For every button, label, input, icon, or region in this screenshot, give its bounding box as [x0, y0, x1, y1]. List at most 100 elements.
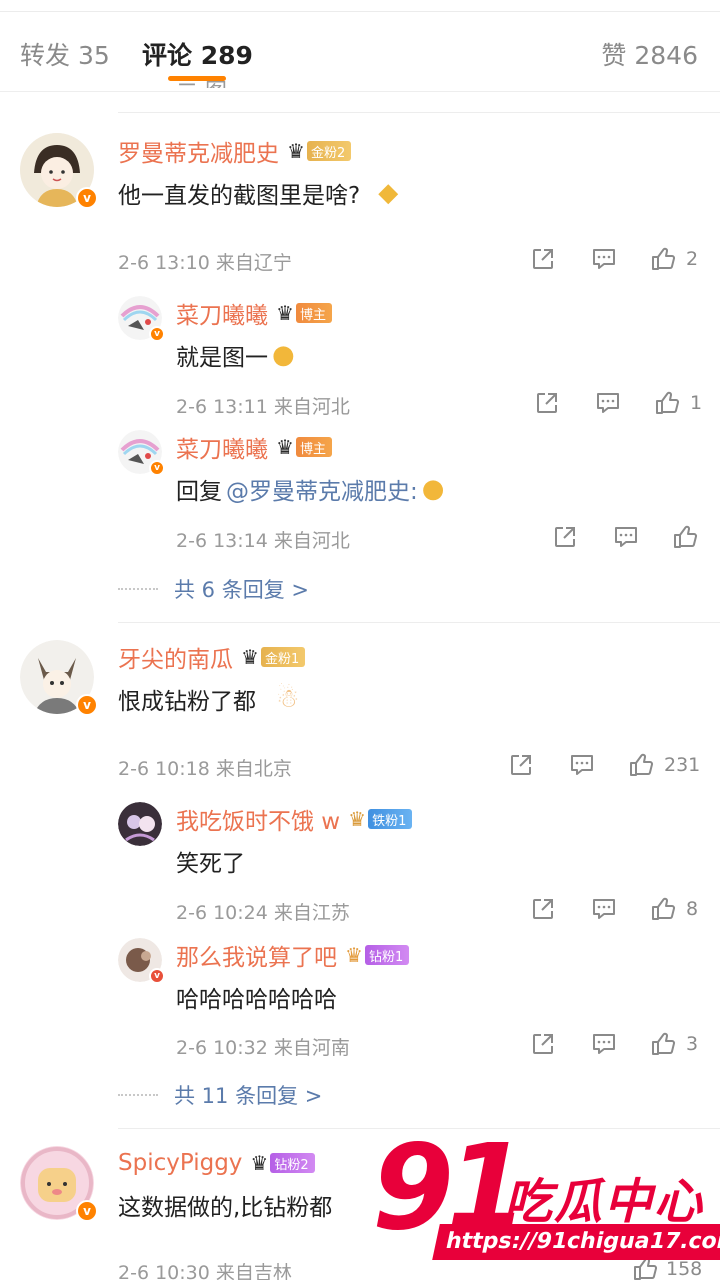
tab-bar: 转发 35 评论 289 赞 2846: [0, 12, 720, 92]
like-button[interactable]: 2: [650, 246, 698, 272]
comment-icon[interactable]: [590, 246, 618, 272]
more-replies-link[interactable]: 共 11 条回复 >: [118, 1080, 322, 1110]
verified-v-icon: v: [76, 1200, 98, 1222]
tab-bar-divider: [0, 91, 720, 92]
thumb-up-icon: [630, 753, 654, 776]
reply-header: 那么我说算了吧 ♛ 钻粉1: [176, 938, 410, 972]
fan-level-badge[interactable]: 钻粉2: [270, 1153, 315, 1173]
username[interactable]: 罗曼蒂克减肥史: [118, 134, 279, 168]
share-icon[interactable]: [508, 752, 534, 778]
reply-meta: 2-6 10:32 来自河南: [176, 1037, 350, 1059]
comment-header: 罗曼蒂克减肥史 ♛ 金粉2: [118, 134, 352, 168]
more-replies-label: 共 11 条回复 >: [174, 1084, 323, 1108]
fan-level-badge[interactable]: 钻粉1: [364, 945, 410, 965]
reply-text: 回复 @罗曼蒂克减肥史: ●: [176, 472, 444, 506]
comment-text: 恨成钻粉了都 ☃: [118, 682, 299, 716]
watermark-title: 吃瓜中心: [504, 1174, 705, 1230]
comment-actions: 231: [508, 750, 700, 780]
avatar[interactable]: v: [20, 133, 98, 209]
top-strip: [0, 0, 720, 12]
username[interactable]: SpicyPiggy: [118, 1150, 242, 1176]
reply-meta: 2-6 13:14 来自河北: [176, 530, 350, 552]
reply-actions: [552, 522, 708, 552]
tab-like[interactable]: 赞 2846: [601, 36, 698, 72]
tab-repost[interactable]: 转发 35: [20, 36, 110, 72]
avatar[interactable]: v: [20, 1146, 98, 1222]
thumb-up-icon: [674, 525, 698, 548]
fan-level-badge[interactable]: 金粉2: [306, 141, 352, 161]
username[interactable]: 菜刀曦曦: [176, 296, 268, 330]
share-icon[interactable]: [530, 1031, 556, 1057]
cut-off-text: 二 图 一: [176, 74, 256, 88]
share-icon[interactable]: [552, 524, 578, 550]
weibo-comments-page: 转发 35 评论 289 赞 2846 二 图 一 v 罗曼蒂克减肥史 ♛ 金粉…: [0, 0, 720, 1280]
comment-header: SpicyPiggy ♛ 钻粉2: [118, 1146, 315, 1180]
comment-icon[interactable]: [568, 752, 596, 778]
like-count: 2: [686, 248, 699, 270]
like-count: 1: [690, 392, 703, 414]
comment-text: 他一直发的截图里是啥? ◆: [118, 176, 398, 210]
username[interactable]: 那么我说算了吧: [176, 938, 337, 972]
username[interactable]: 我吃饭时不饿 w: [176, 802, 340, 836]
dotted-leader: [118, 1094, 158, 1096]
like-button[interactable]: [672, 524, 708, 550]
avatar[interactable]: v: [20, 640, 98, 716]
like-button[interactable]: 1: [654, 390, 702, 416]
share-icon[interactable]: [534, 390, 560, 416]
comment-icon[interactable]: [612, 524, 640, 550]
crown-icon: ♛: [250, 1151, 269, 1175]
like-count: 8: [686, 898, 699, 920]
reply-meta: 2-6 13:11 来自河北: [176, 396, 350, 418]
mention-link[interactable]: @罗曼蒂克减肥史:: [226, 472, 418, 506]
comment-text-content: 他一直发的截图里是啥?: [118, 183, 361, 209]
host-badge[interactable]: 博主: [295, 303, 332, 323]
comment-icon[interactable]: [590, 896, 618, 922]
verified-v-icon: v: [76, 187, 98, 209]
reply-text: 笑死了: [176, 844, 245, 878]
comment-meta: 2-6 13:10 来自辽宁: [118, 252, 292, 274]
snowman-sticker-icon: ☃: [276, 684, 300, 714]
comment-icon[interactable]: [590, 1031, 618, 1057]
comment-meta: 2-6 10:30 来自吉林: [118, 1262, 292, 1280]
comment-divider: [118, 112, 720, 113]
username[interactable]: 牙尖的南瓜: [118, 640, 233, 674]
avatar[interactable]: v: [118, 296, 165, 342]
share-icon[interactable]: [530, 896, 556, 922]
dotted-leader: [118, 588, 158, 590]
crown-icon: ♛: [287, 139, 305, 163]
like-button[interactable]: 231: [628, 752, 700, 778]
avatar[interactable]: v: [118, 938, 165, 984]
more-replies-link[interactable]: 共 6 条回复 >: [118, 574, 309, 604]
crown-icon: ♛: [241, 645, 259, 669]
avatar[interactable]: v: [118, 430, 165, 476]
reply-text: 就是图一 ●: [176, 338, 295, 372]
reply-prefix: 回复: [176, 479, 222, 505]
comment-divider: [118, 622, 720, 623]
username[interactable]: 菜刀曦曦: [176, 430, 268, 464]
comment-icon[interactable]: [594, 390, 622, 416]
avatar[interactable]: [118, 802, 162, 846]
like-count: 231: [664, 754, 701, 776]
share-icon[interactable]: [530, 246, 556, 272]
like-button[interactable]: 3: [650, 1031, 698, 1057]
fan-level-badge[interactable]: 金粉1: [260, 647, 306, 667]
fan-level-badge[interactable]: 铁粉1: [368, 809, 413, 829]
reply-text-content: 就是图一: [176, 345, 268, 371]
comment-header: 牙尖的南瓜 ♛ 金粉1: [118, 640, 306, 674]
like-count: 3: [686, 1033, 699, 1055]
like-button[interactable]: 8: [650, 896, 698, 922]
reply-text: 哈哈哈哈哈哈哈: [176, 980, 337, 1014]
verified-v-icon: v: [76, 694, 98, 716]
more-replies-label: 共 6 条回复 >: [174, 578, 309, 602]
reply-actions: 3: [530, 1029, 698, 1059]
crown-icon: ♛: [276, 435, 294, 459]
host-badge[interactable]: 博主: [295, 437, 332, 457]
tab-comment[interactable]: 评论 289: [142, 36, 253, 72]
reply-header: 菜刀曦曦 ♛ 博主: [176, 430, 332, 464]
reply-actions: 8: [530, 894, 698, 924]
thumb-up-icon: [656, 391, 680, 414]
reply-header: 菜刀曦曦 ♛ 博主: [176, 296, 332, 330]
verified-v-icon: v: [149, 326, 165, 342]
reply-meta: 2-6 10:24 来自江苏: [176, 902, 350, 924]
avatar-image: [118, 802, 162, 846]
